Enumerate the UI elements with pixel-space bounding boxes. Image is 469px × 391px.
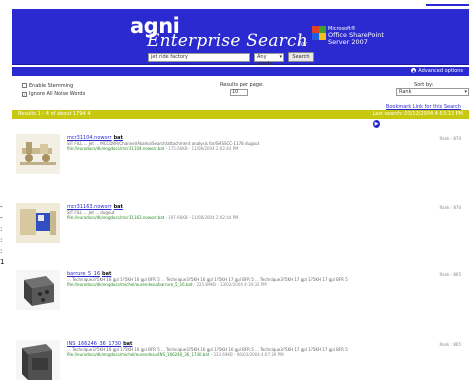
- side-mark: :: [0, 236, 3, 244]
- search-mode-select[interactable]: Any words ▾: [254, 53, 284, 67]
- sp-line-3: Server 2007: [328, 38, 368, 46]
- advanced-options-bar: ▲ Advanced options: [12, 67, 469, 76]
- result-url-text: file://eurodocs/dk/engdocs/michel/eurend…: [67, 282, 193, 287]
- result-rank: Rank : 870: [439, 136, 461, 141]
- advanced-options-label: Advanced options: [418, 68, 463, 74]
- machine-part-image: [16, 203, 60, 243]
- result-thumbnail[interactable]: [16, 340, 60, 380]
- results-per-page-select[interactable]: 10: [230, 89, 248, 96]
- advanced-options-link[interactable]: ▲ Advanced options: [411, 68, 463, 75]
- sort-by-value: Rank: [399, 89, 412, 95]
- side-mark: :: [0, 247, 3, 255]
- result-url[interactable]: file://eurodocs/dk/engdocs/michel/eurend…: [67, 282, 267, 287]
- side-mark: -: [0, 214, 3, 222]
- result-url-text: file://eurodocs/dk/engdocs/mcr31163.nowo…: [67, 215, 165, 220]
- product-title: Enterprise Search: [147, 31, 308, 51]
- stemming-label: Enable Stemming: [29, 83, 74, 89]
- chevron-down-icon: ▾: [464, 89, 467, 95]
- result-rank: Rank : 865: [439, 342, 461, 347]
- next-page-icon[interactable]: ▶: [373, 120, 380, 128]
- sharepoint-logo-icon: [312, 26, 326, 40]
- for-label: for: [299, 41, 308, 48]
- noise-label: Ignore All Noise Words: [29, 91, 86, 97]
- side-mark: 1: [0, 258, 5, 266]
- top-accent-bar: [426, 4, 469, 6]
- result-meta: - 225.89KB - 13/02/2004 4:34:32 PM: [192, 282, 267, 287]
- result-rank: Rank : 870: [439, 205, 461, 210]
- result-rank: Rank : 865: [439, 272, 461, 277]
- file-ext-badge: bat: [113, 204, 123, 210]
- result-thumbnail[interactable]: [16, 270, 60, 310]
- result-item: mcr31104.noworr bat SIT FILL ... Jet ... …: [12, 134, 469, 192]
- search-mode-value: Any words: [257, 54, 272, 67]
- result-thumbnail[interactable]: [16, 134, 60, 174]
- noise-checkbox[interactable]: ✓: [22, 92, 27, 97]
- result-url[interactable]: file://eurodocs/dk/engdocs/michel/eurend…: [67, 352, 284, 357]
- result-meta: - 333.69KB - 06/03/2004 4:07:26 PM: [209, 352, 284, 357]
- sort-by-select[interactable]: Rank ▾: [396, 88, 469, 96]
- result-thumbnail[interactable]: [16, 203, 60, 243]
- result-item: mcr31163.noworr bat SIT FILL ... Jet ... …: [12, 203, 469, 261]
- result-url[interactable]: file://eurodocs/dk/engdocs/mcr31163.nowo…: [67, 215, 238, 220]
- search-input[interactable]: jet ride factory: [148, 53, 250, 62]
- result-item: barrure_5_16 bat ... Technique3?5KH 16 gp…: [12, 270, 469, 328]
- side-mark: -: [0, 203, 3, 211]
- results-per-page-label: Results per page:: [220, 82, 264, 88]
- stemming-checkbox[interactable]: [22, 83, 27, 88]
- search-options: Enable Stemming ✓ Ignore All Noise Words …: [12, 80, 469, 102]
- machine-part-image: [16, 340, 60, 380]
- stemming-option[interactable]: Enable Stemming: [22, 83, 73, 89]
- result-meta: - 197.66KB - 11/08/2004 2:02:44 PM: [164, 215, 239, 220]
- results-summary-bar: Results 1 - 4 of about 1794 4 Last searc…: [12, 110, 469, 119]
- result-url[interactable]: file://eurodocs/dk/engdocs/mcr31104.nowo…: [67, 146, 238, 151]
- results-count: Results 1 - 4 of about 1794 4: [18, 111, 91, 117]
- side-mark: :: [0, 225, 3, 233]
- chevron-down-icon: ▾: [279, 54, 282, 60]
- result-meta: - 175.66KB - 11/08/2004 2:02:44 PM: [164, 146, 239, 151]
- machine-part-image: [16, 270, 60, 310]
- search-form: jet ride factory Any words ▾ Search: [12, 52, 469, 67]
- expand-icon: ▲: [411, 68, 417, 73]
- noise-option[interactable]: ✓ Ignore All Noise Words: [22, 91, 85, 97]
- machine-part-image: [16, 134, 60, 174]
- result-url-text: file://eurodocs/dk/engdocs/mcr31104.nowo…: [67, 146, 165, 151]
- sharepoint-label: Microsoft® Office SharePoint Server 2007: [328, 26, 384, 46]
- last-search-time: Last search: 03/12/2004 4:53:13 PM: [372, 111, 464, 117]
- result-url-text: file://eurodocs/dk/engdocs/michel/eurend…: [67, 352, 210, 357]
- result-item: INS_166246_36_1730 bat ... Technique3?5KH…: [12, 340, 469, 391]
- search-button[interactable]: Search: [288, 52, 314, 62]
